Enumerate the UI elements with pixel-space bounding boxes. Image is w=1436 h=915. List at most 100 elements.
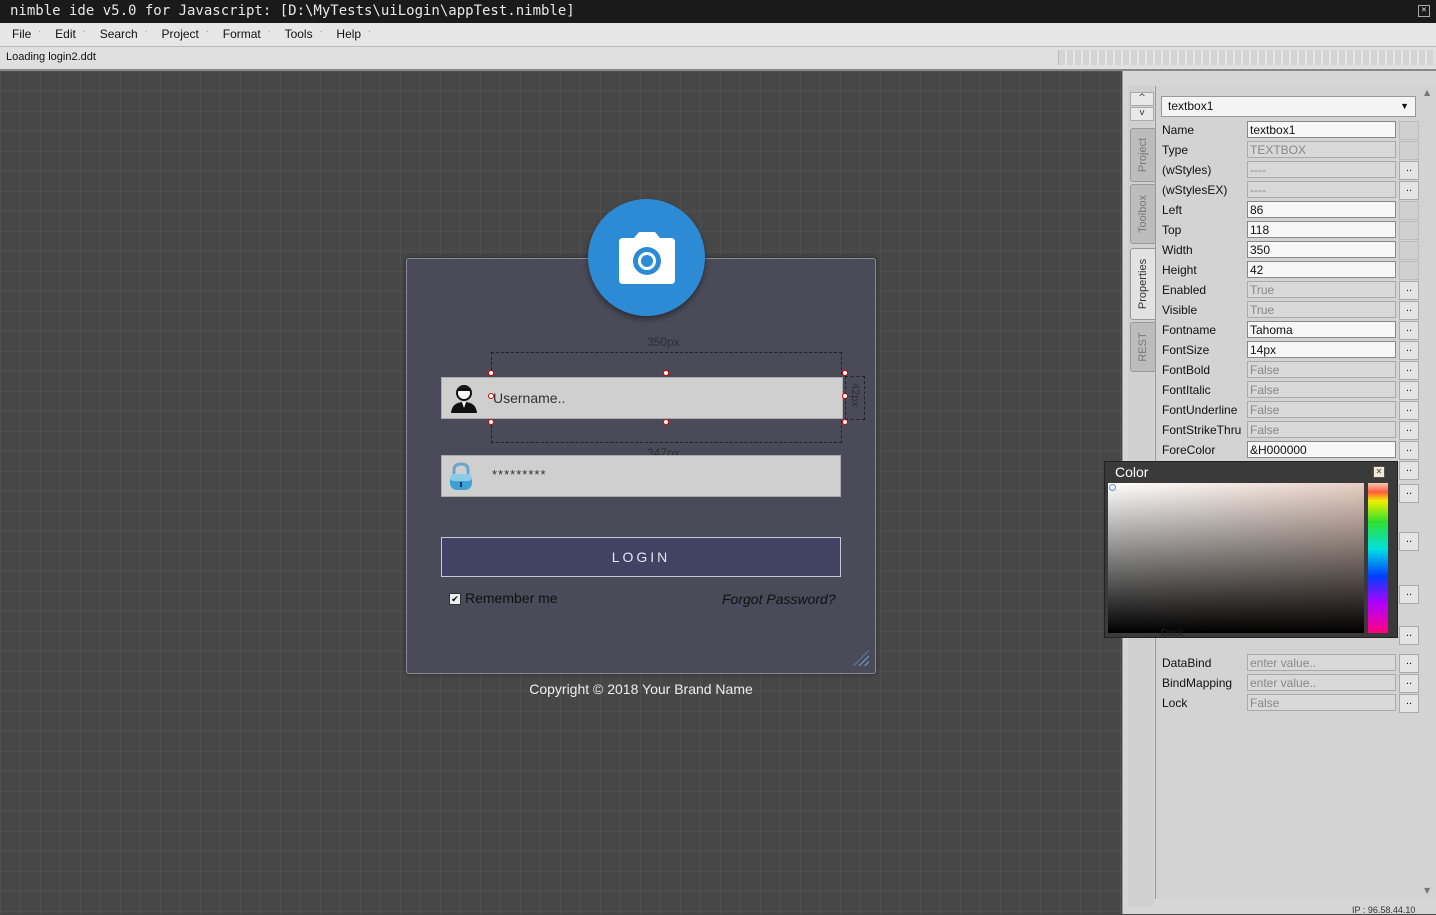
property-name: BindMapping xyxy=(1162,676,1233,690)
lock-icon xyxy=(450,462,472,490)
tab-toolbox[interactable]: Toolbox xyxy=(1130,184,1156,244)
control-selector[interactable]: textbox1 ▼ xyxy=(1161,96,1416,117)
ellipsis-button[interactable]: .. xyxy=(1399,626,1419,645)
hue-slider[interactable] xyxy=(1368,483,1388,633)
property-value[interactable]: 350 xyxy=(1247,241,1396,258)
dropdown-arrow-icon[interactable]: ▼ xyxy=(1400,97,1409,116)
color-picker-title: Color xyxy=(1115,464,1149,480)
resize-handle[interactable] xyxy=(842,393,848,399)
property-value[interactable]: True xyxy=(1247,281,1396,298)
property-value[interactable]: ---- xyxy=(1247,181,1396,198)
property-value[interactable]: Tahoma xyxy=(1247,321,1396,338)
tab-properties[interactable]: Properties xyxy=(1130,248,1156,320)
chevron-up-icon[interactable]: ^ xyxy=(1130,92,1154,106)
ellipsis-button xyxy=(1399,121,1419,140)
ellipsis-button[interactable]: .. xyxy=(1399,532,1419,551)
forgot-password-link[interactable]: Forgot Password? xyxy=(722,591,836,607)
menu-search[interactable]: Search xyxy=(88,20,148,46)
ellipsis-button[interactable]: .. xyxy=(1399,281,1419,300)
resize-handle[interactable] xyxy=(488,393,494,399)
saturation-value-area[interactable] xyxy=(1108,483,1364,633)
menu-file[interactable]: File xyxy=(0,20,42,46)
property-value[interactable]: 86 xyxy=(1247,201,1396,218)
resize-handle[interactable] xyxy=(842,419,848,425)
property-name: Height xyxy=(1162,263,1197,277)
tab-rest[interactable]: REST xyxy=(1130,322,1156,372)
menu-edit[interactable]: Edit xyxy=(43,20,85,46)
close-icon[interactable]: ✕ xyxy=(1373,466,1385,478)
ellipsis-button[interactable]: .. xyxy=(1399,381,1419,400)
progress-bar xyxy=(1058,50,1433,65)
resize-handle[interactable] xyxy=(488,419,494,425)
resize-handle[interactable] xyxy=(663,419,669,425)
property-value[interactable]: enter value.. xyxy=(1247,674,1396,691)
property-name: Lock xyxy=(1162,696,1188,710)
close-icon[interactable]: ✕ xyxy=(1418,5,1430,17)
ellipsis-button[interactable]: .. xyxy=(1399,401,1419,420)
properties-scrollbar[interactable]: ▲ ▼ xyxy=(1424,88,1434,896)
property-name: Top xyxy=(1162,223,1182,237)
login-button[interactable]: LOGIN xyxy=(441,537,841,577)
property-row: FontBold False.. xyxy=(1156,360,1436,380)
property-value[interactable]: False xyxy=(1247,401,1396,418)
property-value[interactable]: ---- xyxy=(1247,161,1396,178)
property-value[interactable]: textbox1 xyxy=(1247,121,1396,138)
property-row: FontUnderline False.. xyxy=(1156,400,1436,420)
ellipsis-button[interactable]: .. xyxy=(1399,341,1419,360)
resize-handle[interactable] xyxy=(488,370,494,376)
property-name: DataBind xyxy=(1162,656,1212,670)
property-name: Width xyxy=(1162,243,1193,257)
password-field[interactable]: ********* xyxy=(441,455,841,497)
chevron-down-icon[interactable]: v xyxy=(1130,107,1154,121)
scroll-down-icon[interactable]: ▼ xyxy=(1424,886,1430,895)
ellipsis-button[interactable]: .. xyxy=(1399,441,1419,460)
menu-help[interactable]: Help xyxy=(324,20,370,46)
resize-handle[interactable] xyxy=(842,370,848,376)
ellipsis-button[interactable]: .. xyxy=(1399,421,1419,440)
ellipsis-button[interactable]: .. xyxy=(1399,461,1419,480)
scroll-up-icon[interactable]: ▲ xyxy=(1424,88,1430,97)
property-value[interactable]: True xyxy=(1247,301,1396,318)
property-value[interactable]: &H000000 xyxy=(1247,441,1396,458)
ellipsis-button[interactable]: .. xyxy=(1399,654,1419,673)
ellipsis-button[interactable]: .. xyxy=(1399,694,1419,713)
remember-label: Remember me xyxy=(465,590,558,606)
user-icon xyxy=(451,385,477,413)
username-field[interactable]: Username.. xyxy=(441,377,843,419)
ellipsis-button[interactable]: .. xyxy=(1399,321,1419,340)
ellipsis-button[interactable]: .. xyxy=(1399,181,1419,200)
ellipsis-button[interactable]: .. xyxy=(1399,674,1419,693)
resize-handle[interactable] xyxy=(663,370,669,376)
remember-checkbox[interactable]: ✔ xyxy=(449,593,461,605)
color-picker-popup[interactable]: Color ✕ Dock xyxy=(1104,461,1398,639)
property-name: Enabled xyxy=(1162,283,1207,297)
ellipsis-button[interactable]: .. xyxy=(1399,484,1419,503)
property-value[interactable]: 118 xyxy=(1247,221,1396,238)
property-row: FontSize 14px.. xyxy=(1156,340,1436,360)
remember-me[interactable]: ✔ Remember me xyxy=(449,590,558,606)
property-value[interactable]: False xyxy=(1247,381,1396,398)
menu-bar: File Edit Search Project Format Tools He… xyxy=(0,20,1436,47)
menu-tools[interactable]: Tools xyxy=(273,20,323,46)
ellipsis-button[interactable]: .. xyxy=(1399,301,1419,320)
property-value[interactable]: enter value.. xyxy=(1247,654,1396,671)
menu-project[interactable]: Project xyxy=(150,20,210,46)
ellipsis-button[interactable]: .. xyxy=(1399,161,1419,180)
menu-format[interactable]: Format xyxy=(211,20,271,46)
color-cursor[interactable] xyxy=(1109,484,1116,491)
property-value[interactable]: False xyxy=(1247,361,1396,378)
username-placeholder: Username.. xyxy=(493,390,566,406)
ellipsis-button[interactable]: .. xyxy=(1399,585,1419,604)
property-value[interactable]: 42 xyxy=(1247,261,1396,278)
property-value[interactable]: False xyxy=(1247,694,1396,711)
avatar[interactable] xyxy=(588,199,705,316)
property-value[interactable]: False xyxy=(1247,421,1396,438)
property-value[interactable]: TEXTBOX xyxy=(1247,141,1396,158)
property-value[interactable]: 14px xyxy=(1247,341,1396,358)
ellipsis-button xyxy=(1399,201,1419,220)
ellipsis-button[interactable]: .. xyxy=(1399,361,1419,380)
tab-project[interactable]: Project xyxy=(1130,128,1156,182)
property-name: Type xyxy=(1162,143,1189,157)
property-name: (wStylesEX) xyxy=(1162,183,1228,197)
property-name: FontStrikeThru xyxy=(1162,423,1242,437)
